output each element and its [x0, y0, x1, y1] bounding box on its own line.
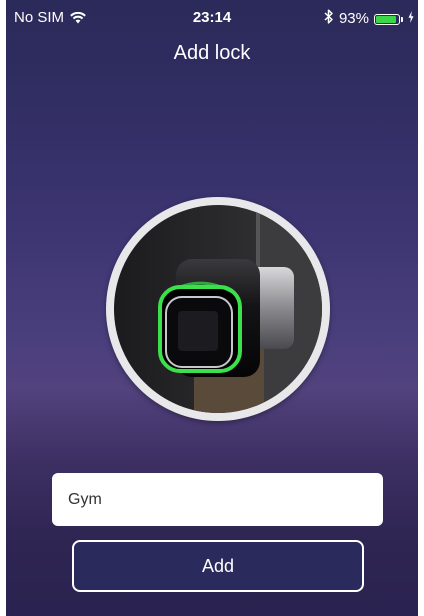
status-bar: No SIM 23:14 93% [0, 0, 424, 27]
add-button[interactable]: Add [72, 540, 364, 592]
lock-name-input[interactable] [52, 473, 383, 526]
add-lock-screen: No SIM 23:14 93% Add lock Gym Add [0, 0, 424, 616]
lock-illustration [106, 197, 330, 421]
battery-icon [374, 13, 403, 25]
status-right: 93% [324, 9, 414, 29]
charging-icon [408, 10, 414, 28]
page-title: Add lock [173, 42, 251, 64]
bluetooth-icon [324, 9, 334, 29]
battery-percent: 93% [338, 10, 369, 27]
battery-fill [376, 15, 397, 23]
